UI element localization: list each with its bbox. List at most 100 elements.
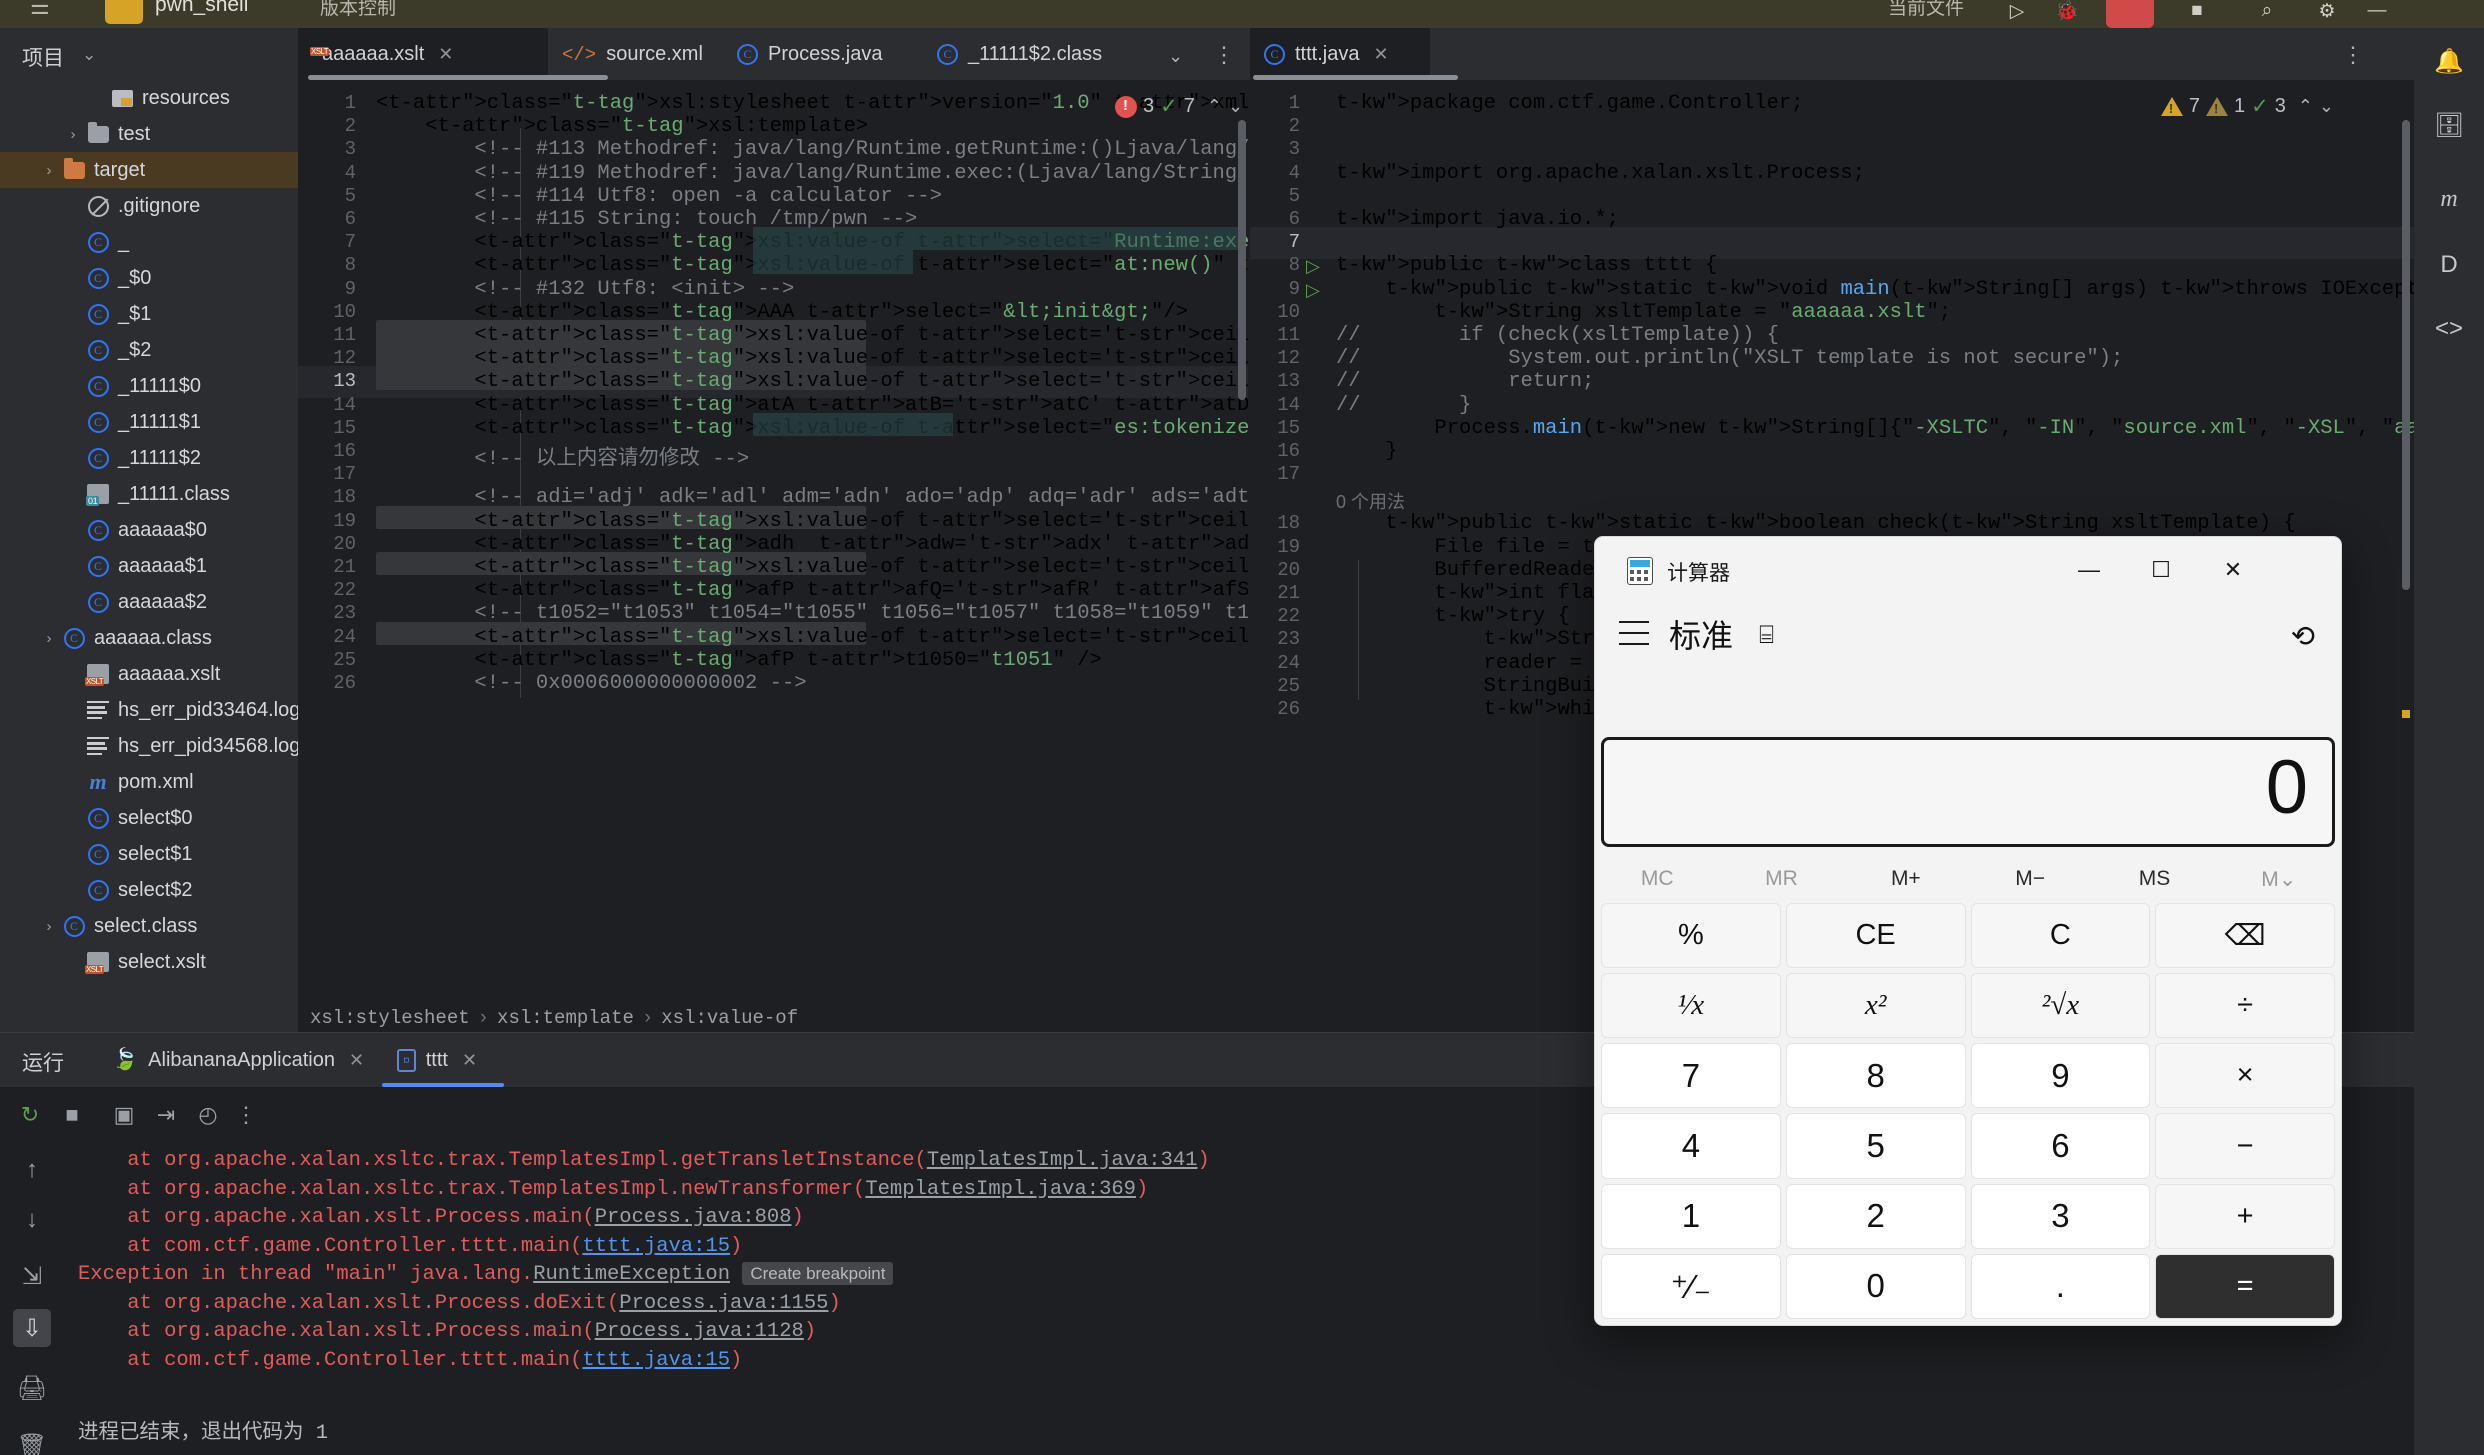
code-line[interactable]: t-kw">public t-kw">static t-kw">void mai… (1336, 278, 2414, 301)
tree-item--11111-1[interactable]: C _11111$1 (0, 404, 298, 440)
close-icon[interactable]: ✕ (438, 44, 453, 65)
maximize-button[interactable]: ☐ (2125, 537, 2197, 603)
code-line[interactable]: <t-attr">class="t-tag">xsl:value-of t-at… (376, 556, 1248, 579)
code-line[interactable]: <t-attr">class="t-tag">xsl:value-of t-at… (376, 324, 1248, 347)
tree-item-aaaaaa-class[interactable]: › Caaaaaa.class (0, 620, 298, 656)
hamburger-icon[interactable]: ☰ (30, 0, 50, 20)
code-line[interactable]: <!-- 0x0006000000000002 --> (376, 672, 806, 695)
code-line[interactable]: t-kw">import org.apache.xalan.xslt.Proce… (1336, 162, 1865, 185)
code-line[interactable]: <!-- 以上内容请勿修改 --> (376, 440, 749, 471)
vcs-label[interactable]: 版本控制 (320, 0, 396, 20)
code-line[interactable]: <!-- adi='adj' adk='adl' adm='adn' ado='… (376, 486, 1248, 509)
close-icon[interactable]: ✕ (349, 1050, 364, 1071)
inspection-widget-right[interactable]: 7 1 ✓ 3 ⌃ ⌄ (2160, 94, 2334, 119)
code-line[interactable]: <t-attr">class="t-tag">xsl:value-of t-at… (376, 510, 1248, 533)
profiler-icon[interactable]: ◴ (192, 1099, 224, 1131)
code-line[interactable]: <t-attr">class="t-tag">xsl:value-of t-at… (376, 347, 1248, 370)
code-line[interactable]: } (1336, 440, 1397, 463)
stop-icon[interactable]: ■ (56, 1099, 88, 1131)
memory-button-ms[interactable]: MS (2092, 855, 2216, 903)
hamburger-icon[interactable] (1619, 621, 1649, 645)
calc-key-4[interactable]: 4 (1601, 1113, 1781, 1179)
chevron-up-icon[interactable]: ⌃ (2298, 96, 2313, 117)
calc-key-[interactable]: − (2155, 1113, 2335, 1179)
close-icon[interactable]: ✕ (462, 1050, 477, 1071)
settings-icon[interactable]: ⚙ (2310, 0, 2344, 26)
tree-item-select-xslt[interactable]: select.xslt (0, 944, 298, 980)
calc-key-x[interactable]: ²√x (1970, 973, 2151, 1039)
calc-key-7[interactable]: 7 (1601, 1043, 1781, 1109)
rerun-icon[interactable]: ↻ (14, 1099, 46, 1131)
inspection-widget-left[interactable]: 3 ✓ 7 ⌃ ⌄ (1115, 94, 1243, 119)
tab-options-icon[interactable]: ⋮ (1213, 42, 1235, 68)
editor-left-scrollbar[interactable] (1238, 120, 1246, 400)
calc-key-[interactable]: + (2155, 1183, 2335, 1249)
code-line[interactable]: // } (1336, 394, 1471, 417)
editor-right-scrollbar[interactable] (2402, 120, 2410, 590)
breadcrumb-item[interactable]: xsl:value-of (661, 1007, 798, 1029)
code-line[interactable]: // if (check(xsltTemplate)) { (1336, 324, 1779, 347)
console-line[interactable]: at org.apache.xalan.xsltc.trax.Templates… (78, 1178, 1148, 1201)
code-line[interactable]: t-kw">public t-kw">class tttt { (1336, 254, 1717, 277)
calc-key-9[interactable]: 9 (1970, 1043, 2151, 1109)
project-badge-icon[interactable] (105, 0, 143, 24)
tree-item-aaaaaa-xslt[interactable]: aaaaaa.xslt (0, 656, 298, 692)
memory-button-m[interactable]: M⌄ (2217, 855, 2341, 903)
tree-item-aaaaaa-0[interactable]: Caaaaaa$0 (0, 512, 298, 548)
editor-tab--11111-2-class[interactable]: C _11111$2.class (923, 28, 1138, 80)
code-line[interactable]: <t-attr">class="t-tag">adh t-attr">adw='… (376, 533, 1248, 556)
tabs-overflow-icon[interactable]: ⌄ (1168, 46, 1183, 67)
code-line[interactable]: <!-- t1052="t1053" t1054="t1055" t1056="… (376, 602, 1248, 625)
calc-key-[interactable]: ⁺⁄₋ (1601, 1253, 1781, 1319)
record-icon[interactable] (2106, 0, 2154, 28)
search-icon[interactable]: ⌕ (2250, 0, 2284, 26)
code-line[interactable]: <t-attr">class="t-tag">AAA t-attr">selec… (376, 301, 1188, 324)
editor-tab-source-xml[interactable]: </> source.xml (548, 28, 723, 80)
tree-item-select-2[interactable]: Cselect$2 (0, 872, 298, 908)
tree-item---2[interactable]: C _$2 (0, 332, 298, 368)
calc-key-[interactable]: = (2155, 1253, 2335, 1319)
project-tool-window-header[interactable]: 项目 ⌄ (0, 28, 298, 80)
notifications-icon[interactable]: 🔔 (2430, 42, 2468, 80)
soft-wrap-icon[interactable]: ⇲ (13, 1257, 51, 1295)
project-name[interactable]: pwn_shell (155, 0, 248, 17)
memory-button-m[interactable]: M− (1968, 855, 2092, 903)
history-icon[interactable]: ⟲ (2291, 619, 2315, 654)
tree-item-test[interactable]: › test (0, 116, 298, 152)
code-line[interactable]: t-kw">public t-kw">static t-kw">boolean … (1336, 512, 2295, 535)
chevron-down-icon[interactable]: ⌄ (1228, 96, 1243, 117)
calc-key-8[interactable]: 8 (1785, 1043, 1966, 1109)
tree-item--gitignore[interactable]: .gitignore (0, 188, 298, 224)
close-icon[interactable]: ✕ (1373, 44, 1388, 65)
chevron-up-icon[interactable]: ⌃ (1207, 96, 1222, 117)
calc-key-x[interactable]: ¹⁄x (1601, 973, 1781, 1039)
calc-key-C[interactable]: C (1970, 903, 2151, 969)
chevron-down-icon[interactable]: ⌄ (2319, 96, 2334, 117)
breadcrumb-item[interactable]: xsl:template (497, 1007, 634, 1029)
twisty-icon[interactable]: › (38, 162, 60, 179)
calc-key-[interactable]: × (2155, 1043, 2335, 1109)
keep-on-top-icon[interactable]: ⌸ (1759, 621, 1774, 650)
editor-xslt[interactable]: 1 <t-attr">class="t-tag">xsl:stylesheet t… (298, 80, 1248, 1000)
run-config-label[interactable]: 当前文件 (1888, 0, 1964, 20)
camera-icon[interactable]: ▣ (108, 1099, 140, 1131)
calc-key-3[interactable]: 3 (1970, 1183, 2151, 1249)
stop-icon[interactable]: ■ (2180, 0, 2214, 26)
tree-item-select-1[interactable]: Cselect$1 (0, 836, 298, 872)
print-icon[interactable]: 🖨 (13, 1369, 51, 1407)
console-line[interactable]: at org.apache.xalan.xslt.Process.main(Pr… (78, 1320, 816, 1343)
calculator-window[interactable]: 计算器 — ☐ ✕ 标准 ⌸ ⟲ 0 MC MR M+ M− MS M⌄ % CE C ⌫ ¹⁄x… (1594, 536, 2342, 1326)
code-line[interactable]: // System.out.println("XSLT template is … (1336, 347, 2123, 370)
window-min-icon[interactable]: — (2360, 0, 2394, 26)
twisty-icon[interactable]: › (62, 126, 84, 143)
more-options-icon[interactable]: ⋮ (230, 1099, 262, 1131)
memory-button-m[interactable]: M+ (1844, 855, 1968, 903)
tree-item---0[interactable]: C _$0 (0, 260, 298, 296)
tree-item--11111-class[interactable]: _11111.class (0, 476, 298, 512)
twisty-icon[interactable]: › (38, 630, 60, 647)
scroll-to-end-icon[interactable]: ⇩ (13, 1309, 51, 1347)
code-line[interactable]: t-kw">try { (1336, 605, 1569, 628)
debug-icon[interactable]: 🐞 (2050, 0, 2084, 26)
code-line[interactable]: Process.main(t-kw">new t-kw">String[]{"-… (1336, 417, 2414, 440)
tree-item-aaaaaa-2[interactable]: Caaaaaa$2 (0, 584, 298, 620)
